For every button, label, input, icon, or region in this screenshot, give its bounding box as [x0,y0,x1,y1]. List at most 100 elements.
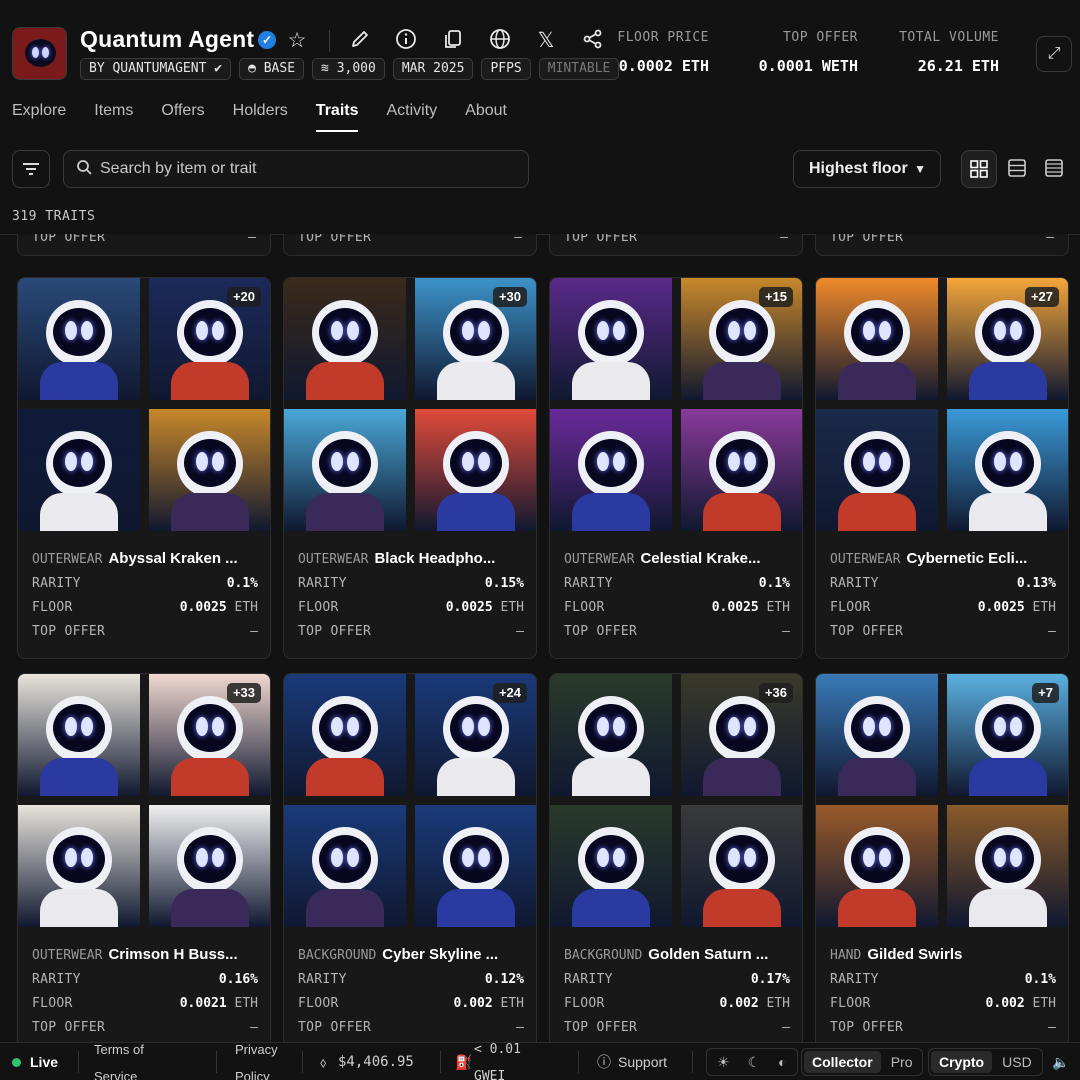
nft-thumbnail [816,805,938,927]
date-chip: MAR 2025 [392,58,474,80]
nft-thumbnail [415,409,536,531]
trait-card[interactable]: +24 BACKGROUND Cyber Skyline ... RARITY 0.12… [283,673,537,1042]
trait-card[interactable]: +33 OUTERWEAR Crimson H Buss... RARITY 0.16%… [17,673,271,1042]
tab-activity[interactable]: Activity [386,102,437,132]
nft-thumbnail [947,805,1068,927]
base-chain-icon: ◓ [248,61,256,76]
trait-card[interactable]: +27 OUTERWEAR Cybernetic Ecli... RARITY 0.13… [815,277,1069,659]
tab-items[interactable]: Items [94,102,133,132]
trait-value: Black Headpho... [374,550,496,567]
terms-link[interactable]: Terms of Service [94,1036,154,1080]
trait-thumbnails: +33 [18,674,270,928]
info-icon[interactable] [393,28,419,54]
rarity-row: RARITY 0.16% [32,972,258,987]
rarity-row: RARITY 0.13% [830,576,1056,591]
sort-dropdown[interactable]: Highest floor ▼ [793,150,941,188]
trait-info: BACKGROUND Cyber Skyline ... RARITY 0.12% FL… [298,946,524,1035]
trait-info: OUTERWEAR Abyssal Kraken ... RARITY 0.1% FLO… [32,550,258,639]
privacy-link[interactable]: Privacy Policy [235,1036,290,1080]
currency-crypto[interactable]: Crypto [931,1051,993,1073]
edit-icon[interactable] [347,28,373,54]
collection-avatar[interactable] [12,27,67,80]
trait-card[interactable]: +15 OUTERWEAR Celestial Krake... RARITY 0.1%… [549,277,803,659]
trait-card-partial[interactable]: TOP OFFER – [549,234,803,256]
collection-title: Quantum Agent [80,26,255,52]
star-icon[interactable]: ☆ [284,28,310,54]
trait-card-partial[interactable]: TOP OFFER – [815,234,1069,256]
trait-thumbnails: +7 [816,674,1068,928]
table-view-icon[interactable] [999,150,1035,188]
trait-card-partial[interactable]: TOP OFFER – [17,234,271,256]
trait-card[interactable]: +7 HAND Gilded Swirls RARITY 0.1% FLOOR 0.002 … [815,673,1069,1042]
trait-name: HAND Gilded Swirls [830,946,1056,963]
nft-thumbnail [681,805,802,927]
nft-thumbnail [681,409,802,531]
list-view-icon[interactable] [1036,150,1072,188]
nft-thumbnail [18,674,140,796]
creator-chip[interactable]: BY QUANTUMAGENT ✔ [80,58,232,80]
trait-name: OUTERWEAR Cybernetic Ecli... [830,550,1056,567]
copy-icon[interactable] [440,28,466,54]
category-chip[interactable]: PFPS [481,58,531,80]
support-link[interactable]: Support [618,1043,667,1080]
tab-offers[interactable]: Offers [161,102,204,132]
grid-view-icon[interactable] [961,150,997,188]
trait-thumbnails: +30 [284,278,536,532]
trait-info: HAND Gilded Swirls RARITY 0.1% FLOOR 0.002 ET… [830,946,1056,1035]
trait-card-partial[interactable]: TOP OFFER – [283,234,537,256]
nft-thumbnail [550,409,672,531]
trait-card[interactable]: +30 OUTERWEAR Black Headpho... RARITY 0.15% F… [283,277,537,659]
trait-card[interactable]: +20 OUTERWEAR Abyssal Kraken ... RARITY 0.1%… [17,277,271,659]
x-icon[interactable]: 𝕏 [533,28,559,54]
nft-thumbnail [816,278,938,400]
floor-row: FLOOR 0.002 ETH [298,996,524,1011]
live-status: Live [30,1054,59,1070]
nft-thumbnail [149,409,270,531]
nft-thumbnail: +15 [681,278,802,400]
search-input[interactable] [100,151,520,187]
tab-about[interactable]: About [465,102,507,132]
more-items-badge: +30 [492,287,527,307]
top-offer-row: TOP OFFER – [830,624,1056,639]
eth-price: $4,406.95 [338,1054,414,1070]
filter-button[interactable] [12,150,50,188]
trait-value: Abyssal Kraken ... [108,550,238,567]
more-items-badge: +24 [492,683,527,703]
tab-traits[interactable]: Traits [315,102,359,132]
eth-icon: ⬨ [320,1054,327,1070]
tab-holders[interactable]: Holders [233,102,288,132]
live-dot-icon [12,1058,21,1067]
theme-toggle: ☀ ☾ ◐ [706,1048,798,1076]
trait-name: OUTERWEAR Black Headpho... [298,550,524,567]
trait-thumbnails: +20 [18,278,270,532]
trait-name: OUTERWEAR Abyssal Kraken ... [32,550,258,567]
trait-value: Cyber Skyline ... [382,946,499,963]
volume-icon[interactable]: 🔈 [1052,1043,1069,1080]
more-items-badge: +20 [226,287,261,307]
trait-info: OUTERWEAR Celestial Krake... RARITY 0.1% FLO… [564,550,790,639]
verified-icon: ✔ [214,61,223,76]
trait-category: OUTERWEAR [32,552,103,567]
nft-thumbnail [816,409,938,531]
floor-row: FLOOR 0.002 ETH [830,996,1056,1011]
mode-pro[interactable]: Pro [883,1051,921,1073]
top-offer-row: TOP OFFER – [830,1020,1056,1035]
mode-collector[interactable]: Collector [804,1051,881,1073]
more-items-badge: +33 [226,683,261,703]
sun-icon[interactable]: ☀ [709,1051,738,1073]
share-icon[interactable] [580,28,606,54]
rarity-row: RARITY 0.1% [830,972,1056,987]
nft-thumbnail: +27 [947,278,1068,400]
trait-card[interactable]: +36 BACKGROUND Golden Saturn ... RARITY 0.17… [549,673,803,1042]
floor-row: FLOOR 0.0021 ETH [32,996,258,1011]
contrast-icon[interactable]: ◐ [770,1051,794,1073]
moon-icon[interactable]: ☾ [740,1051,769,1073]
tab-explore[interactable]: Explore [12,102,66,132]
currency-toggle: Crypto USD [928,1048,1043,1076]
gas-icon: ⛽ [455,1054,473,1070]
globe-icon[interactable] [487,28,513,54]
expand-icon[interactable]: ⤢ [1036,36,1072,72]
more-items-badge: +15 [758,287,793,307]
currency-usd[interactable]: USD [994,1051,1040,1073]
chain-chip: ◓ BASE [239,58,305,80]
